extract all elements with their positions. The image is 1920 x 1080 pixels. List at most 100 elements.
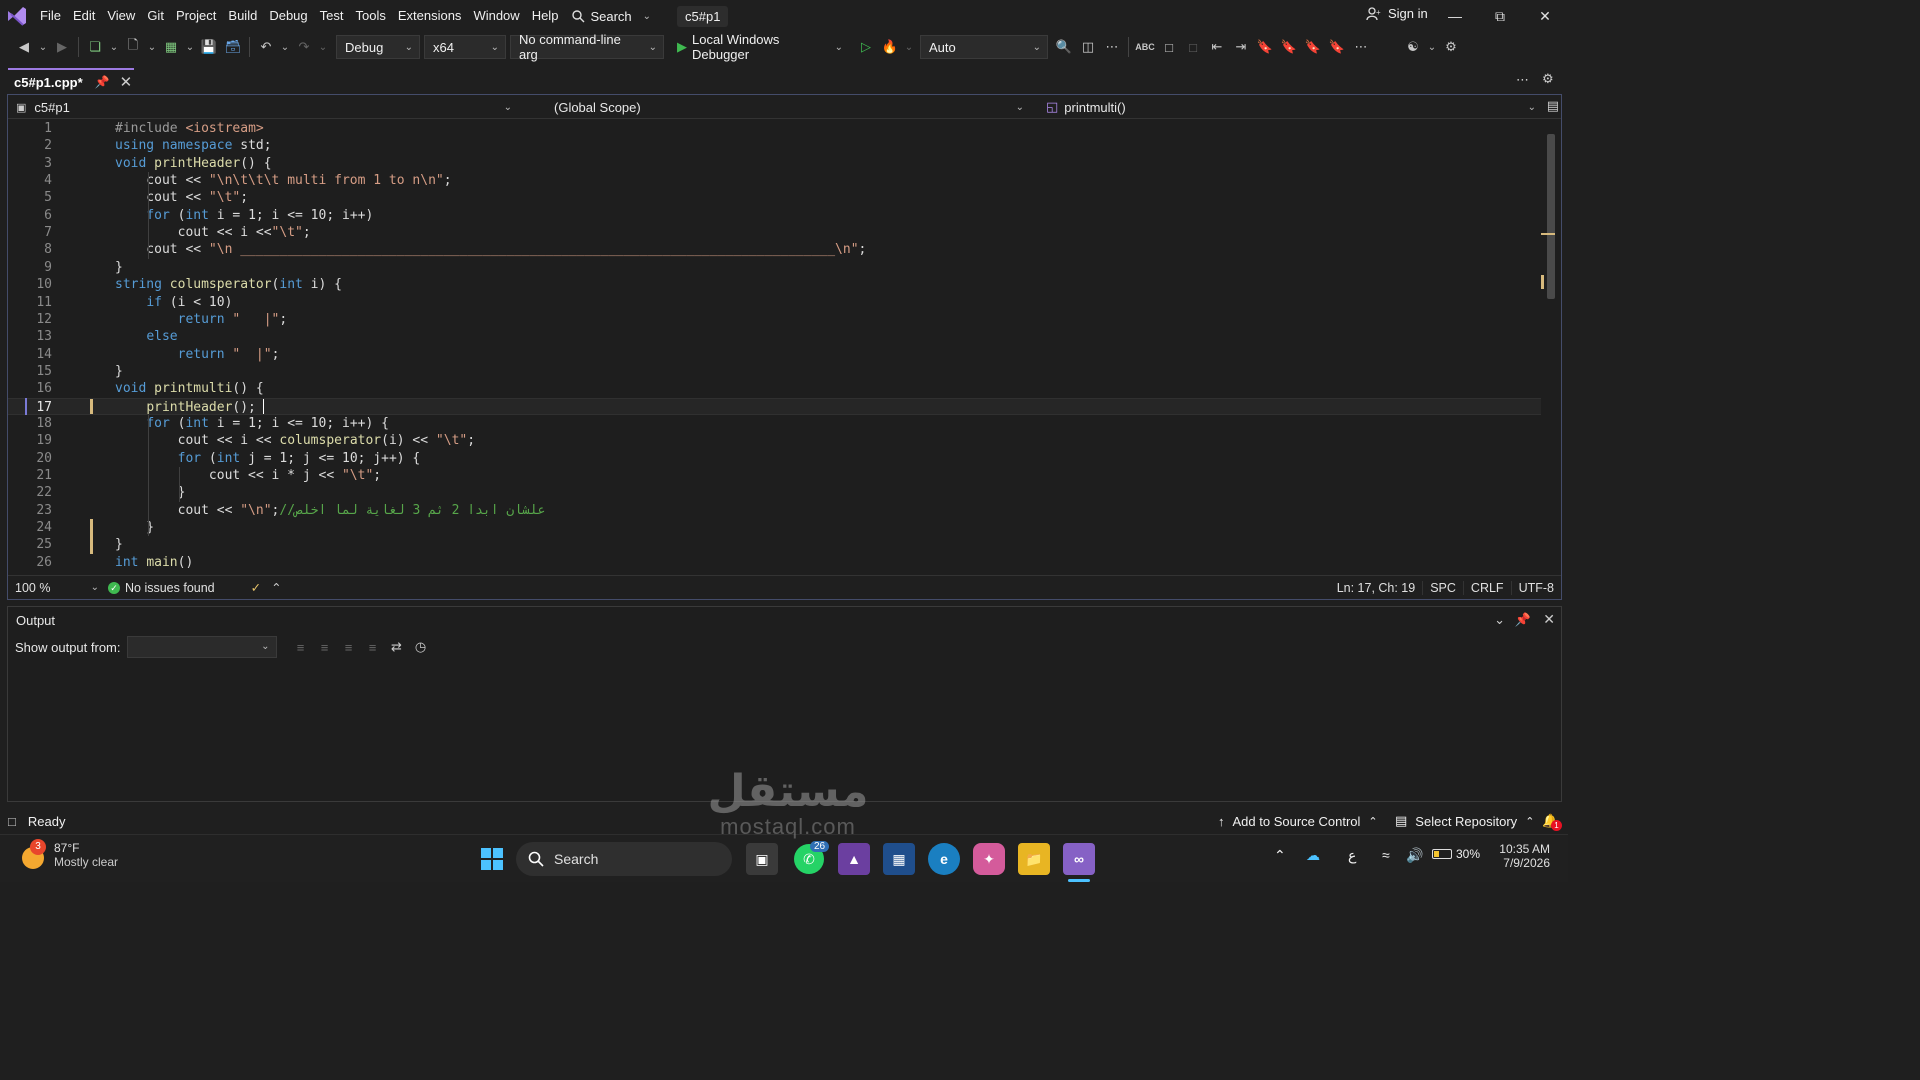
- code-text[interactable]: return " |";: [115, 346, 280, 363]
- code-line[interactable]: 4 cout << "\n\t\t\t multi from 1 to n\n"…: [8, 172, 1542, 189]
- solution-platform-dropdown[interactable]: x64 ⌄: [424, 35, 506, 59]
- code-line[interactable]: 1 #include <iostream>: [8, 120, 1542, 137]
- code-line[interactable]: 10 string columsperator(int i) {: [8, 276, 1542, 293]
- code-text[interactable]: string columsperator(int i) {: [115, 276, 342, 293]
- code-line[interactable]: 9}: [8, 259, 1542, 276]
- code-line[interactable]: 19 cout << i << columsperator(i) << "\t"…: [8, 432, 1542, 449]
- next-message-icon[interactable]: ≡: [337, 635, 361, 659]
- previous-message-icon[interactable]: ≡: [313, 635, 337, 659]
- code-text[interactable]: cout << i <<"\t";: [115, 224, 311, 241]
- code-text[interactable]: for (int i = 1; i <= 10; i++) {: [115, 415, 389, 432]
- code-text[interactable]: }: [115, 536, 123, 553]
- onedrive-icon[interactable]: ☁: [1306, 847, 1320, 864]
- file-encoding[interactable]: UTF-8: [1510, 580, 1561, 595]
- edge-icon[interactable]: e: [928, 843, 960, 875]
- scrollbar-thumb[interactable]: [1547, 134, 1555, 299]
- code-text[interactable]: return " |";: [115, 311, 288, 328]
- code-line[interactable]: 26 int main(): [8, 554, 1542, 571]
- feedback-icon[interactable]: ⚙: [1439, 35, 1463, 59]
- menu-project[interactable]: Project: [170, 0, 222, 32]
- visual-studio-installer-icon[interactable]: ▲: [838, 843, 870, 875]
- pin-icon[interactable]: 📌: [95, 75, 110, 89]
- code-text[interactable]: int main(): [115, 554, 193, 571]
- code-line[interactable]: 16 void printmulti() {: [8, 380, 1542, 397]
- code-line[interactable]: 25}: [8, 536, 1542, 553]
- timestamp-icon[interactable]: ◷: [409, 635, 433, 659]
- wifi-icon[interactable]: ≈: [1382, 847, 1390, 863]
- minimize-icon[interactable]: —: [1433, 0, 1477, 32]
- taskbar-search[interactable]: Search: [516, 842, 732, 876]
- code-line[interactable]: 3 void printHeader() {: [8, 155, 1542, 172]
- menu-build[interactable]: Build: [222, 0, 263, 32]
- volume-icon[interactable]: 🔊: [1406, 847, 1423, 864]
- member-dropdown[interactable]: ◱ printmulti() ⌄: [1034, 96, 1542, 118]
- tab-c5p1-cpp[interactable]: c5#p1.cpp* 📌 ✕: [8, 68, 134, 94]
- code-text[interactable]: cout << "\n";//علشان ابدا 2 ثم 3 لغاية ل…: [115, 502, 546, 519]
- visual-studio-taskbar-icon[interactable]: ∞: [1063, 843, 1095, 875]
- microsoft-store-icon[interactable]: ▦: [883, 843, 915, 875]
- chevron-down-icon[interactable]: ⌄: [902, 35, 916, 59]
- chevron-down-icon[interactable]: ⌄: [1425, 35, 1439, 59]
- debug-target-mode-dropdown[interactable]: Auto ⌄: [920, 35, 1048, 59]
- pin-icon[interactable]: 📌: [1515, 612, 1531, 628]
- chevron-down-icon[interactable]: ⌄: [183, 35, 197, 59]
- code-line[interactable]: 2 using namespace std;: [8, 137, 1542, 154]
- task-view-icon[interactable]: ▣: [746, 843, 778, 875]
- menu-extensions[interactable]: Extensions: [392, 0, 468, 32]
- add-item-icon[interactable]: ▦: [159, 35, 183, 59]
- menu-tools[interactable]: Tools: [349, 0, 391, 32]
- solution-name[interactable]: c5#p1: [677, 5, 729, 27]
- redo-icon[interactable]: ↷: [292, 35, 316, 59]
- word-wrap-icon[interactable]: ⇄: [385, 635, 409, 659]
- spell-check-icon[interactable]: ABC: [1133, 35, 1157, 59]
- whitespace-mode[interactable]: SPC: [1422, 580, 1463, 595]
- start-debugging-button[interactable]: ▶ Local Windows Debugger ⌄: [668, 32, 850, 62]
- tab-overflow-icon[interactable]: ⋯: [1516, 72, 1529, 88]
- next-bookmark-icon[interactable]: 🔖: [1301, 35, 1325, 59]
- code-line[interactable]: 5 cout << "\t";: [8, 189, 1542, 206]
- command-line-args-dropdown[interactable]: No command-line arg ⌄: [510, 32, 664, 62]
- find-in-files-icon[interactable]: 🔍: [1052, 35, 1076, 59]
- chevron-down-icon[interactable]: ⌄: [278, 35, 292, 59]
- menu-view[interactable]: View: [101, 0, 141, 32]
- undo-icon[interactable]: ↶: [254, 35, 278, 59]
- code-line[interactable]: 20 for (int j = 1; j <= 10; j++) {: [8, 450, 1542, 467]
- code-text[interactable]: }: [115, 484, 186, 501]
- restore-icon[interactable]: ⧉: [1478, 0, 1522, 32]
- chevron-down-icon[interactable]: ⌄: [36, 35, 50, 59]
- input-language[interactable]: ع: [1348, 847, 1356, 864]
- code-line[interactable]: 8 cout << "\n __________________________…: [8, 241, 1542, 258]
- code-text[interactable]: }: [115, 259, 123, 276]
- code-text[interactable]: cout << i << columsperator(i) << "\t";: [115, 432, 475, 449]
- search-menu[interactable]: Search ⌄: [564, 9, 659, 24]
- code-text[interactable]: for (int i = 1; i <= 10; i++): [115, 207, 373, 224]
- sign-in-button[interactable]: + Sign in: [1366, 6, 1428, 21]
- split-editor-icon[interactable]: ▤: [1547, 98, 1559, 114]
- code-line[interactable]: 22 }: [8, 484, 1542, 501]
- vertical-scrollbar[interactable]: [1541, 120, 1561, 575]
- code-text[interactable]: cout << "\n ____________________________…: [115, 241, 866, 258]
- menu-test[interactable]: Test: [314, 0, 350, 32]
- navigate-back-icon[interactable]: ◀: [12, 35, 36, 59]
- copilot-app-icon[interactable]: ✦: [973, 843, 1005, 875]
- hot-reload-icon[interactable]: 🔥: [878, 35, 902, 59]
- code-text[interactable]: for (int j = 1; j <= 10; j++) {: [115, 450, 421, 467]
- code-text[interactable]: using namespace std;: [115, 137, 272, 154]
- increase-indent-icon[interactable]: ⇥: [1229, 35, 1253, 59]
- code-text[interactable]: void printHeader() {: [115, 155, 272, 172]
- project-dropdown[interactable]: ▣ c5#p1 ⌄: [8, 96, 518, 118]
- decrease-indent-icon[interactable]: ⇤: [1205, 35, 1229, 59]
- more-options-icon[interactable]: ⋯: [1100, 35, 1124, 59]
- show-hidden-icons-icon[interactable]: ⌃: [1274, 847, 1286, 864]
- battery-indicator[interactable]: 30%: [1432, 847, 1480, 861]
- code-text[interactable]: printHeader();: [115, 399, 256, 416]
- chevron-up-icon[interactable]: ⌃: [271, 580, 281, 595]
- chevron-down-icon[interactable]: ⌄: [316, 35, 330, 59]
- menu-debug[interactable]: Debug: [263, 0, 313, 32]
- comment-icon[interactable]: □: [1157, 35, 1181, 59]
- code-text[interactable]: #include <iostream>: [115, 120, 264, 137]
- code-line[interactable]: 14 return " |";: [8, 346, 1542, 363]
- code-line[interactable]: 17 printHeader();: [8, 397, 1542, 416]
- weather-widget[interactable]: 3 87°F Mostly clear: [18, 839, 118, 869]
- close-icon[interactable]: ✕: [120, 73, 133, 91]
